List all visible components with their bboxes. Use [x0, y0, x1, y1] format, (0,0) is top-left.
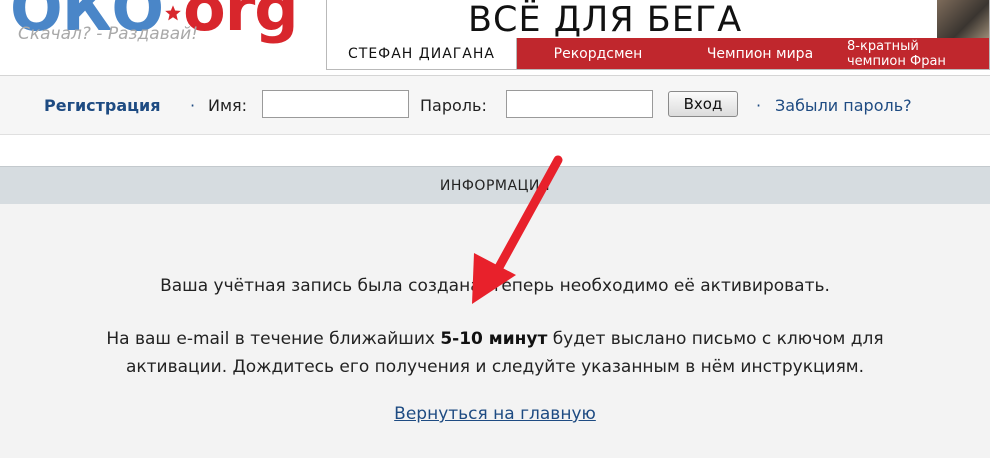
banner-photo	[937, 0, 989, 38]
logo-star-icon	[163, 2, 184, 23]
page: ОКО org Скачал? - Раздавай! ВСЁ ДЛЯ БЕГА …	[0, 0, 990, 458]
register-link[interactable]: Регистрация	[44, 96, 161, 115]
forgot-password-link[interactable]: Забыли пароль?	[775, 96, 912, 115]
section-title: ИНФОРМАЦИЯ	[0, 166, 990, 205]
info-panel: Ваша учётная запись была создана, теперь…	[0, 204, 990, 458]
name-input[interactable]	[262, 90, 409, 118]
spacer	[0, 134, 990, 167]
banner-captions: СТЕФАН ДИАГАНА Рекордсмен Чемпион мира 8…	[327, 38, 989, 69]
site-header: ОКО org Скачал? - Раздавай! ВСЁ ДЛЯ БЕГА …	[0, 0, 990, 76]
banner-caption-line2: чемпион Фран	[847, 54, 946, 69]
back-to-home-link[interactable]: Вернуться на главную	[394, 404, 596, 424]
banner-title: ВСЁ ДЛЯ БЕГА	[468, 0, 743, 40]
instructions-text-end: будет выслано письмо с ключом для	[547, 329, 884, 349]
back-link-row: Вернуться на главную	[0, 404, 990, 424]
password-label: Пароль:	[420, 96, 487, 115]
separator-dot: ·	[756, 96, 762, 115]
banner-caption-line1: 8-кратный	[847, 39, 919, 54]
separator-dot: ·	[190, 96, 196, 115]
password-input[interactable]	[506, 90, 653, 118]
name-label: Имя:	[208, 96, 248, 115]
ad-banner[interactable]: ВСЁ ДЛЯ БЕГА СТЕФАН ДИАГАНА Рекордсмен Ч…	[326, 0, 990, 70]
login-button[interactable]: Вход	[668, 91, 738, 117]
banner-caption-champion: Чемпион мира	[679, 38, 841, 69]
logo-text-part2: org	[183, 0, 299, 45]
banner-caption-name: СТЕФАН ДИАГАНА	[327, 38, 517, 69]
instructions-text-start: На ваш e-mail в течение ближайших	[106, 329, 441, 349]
activation-instructions: На ваш e-mail в течение ближайших 5-10 м…	[0, 325, 990, 381]
site-slogan: Скачал? - Раздавай!	[18, 24, 199, 44]
login-bar: Регистрация · Имя: Пароль: Вход · Забыли…	[0, 76, 990, 134]
instructions-text-line3: активации. Дождитесь его получения и сле…	[125, 357, 865, 377]
banner-caption-french-champion: 8-кратный чемпион Фран	[841, 38, 989, 69]
account-created-message: Ваша учётная запись была создана, теперь…	[160, 276, 830, 296]
banner-caption-record: Рекордсмен	[517, 38, 679, 69]
instructions-time-highlight: 5-10 минут	[440, 329, 548, 349]
